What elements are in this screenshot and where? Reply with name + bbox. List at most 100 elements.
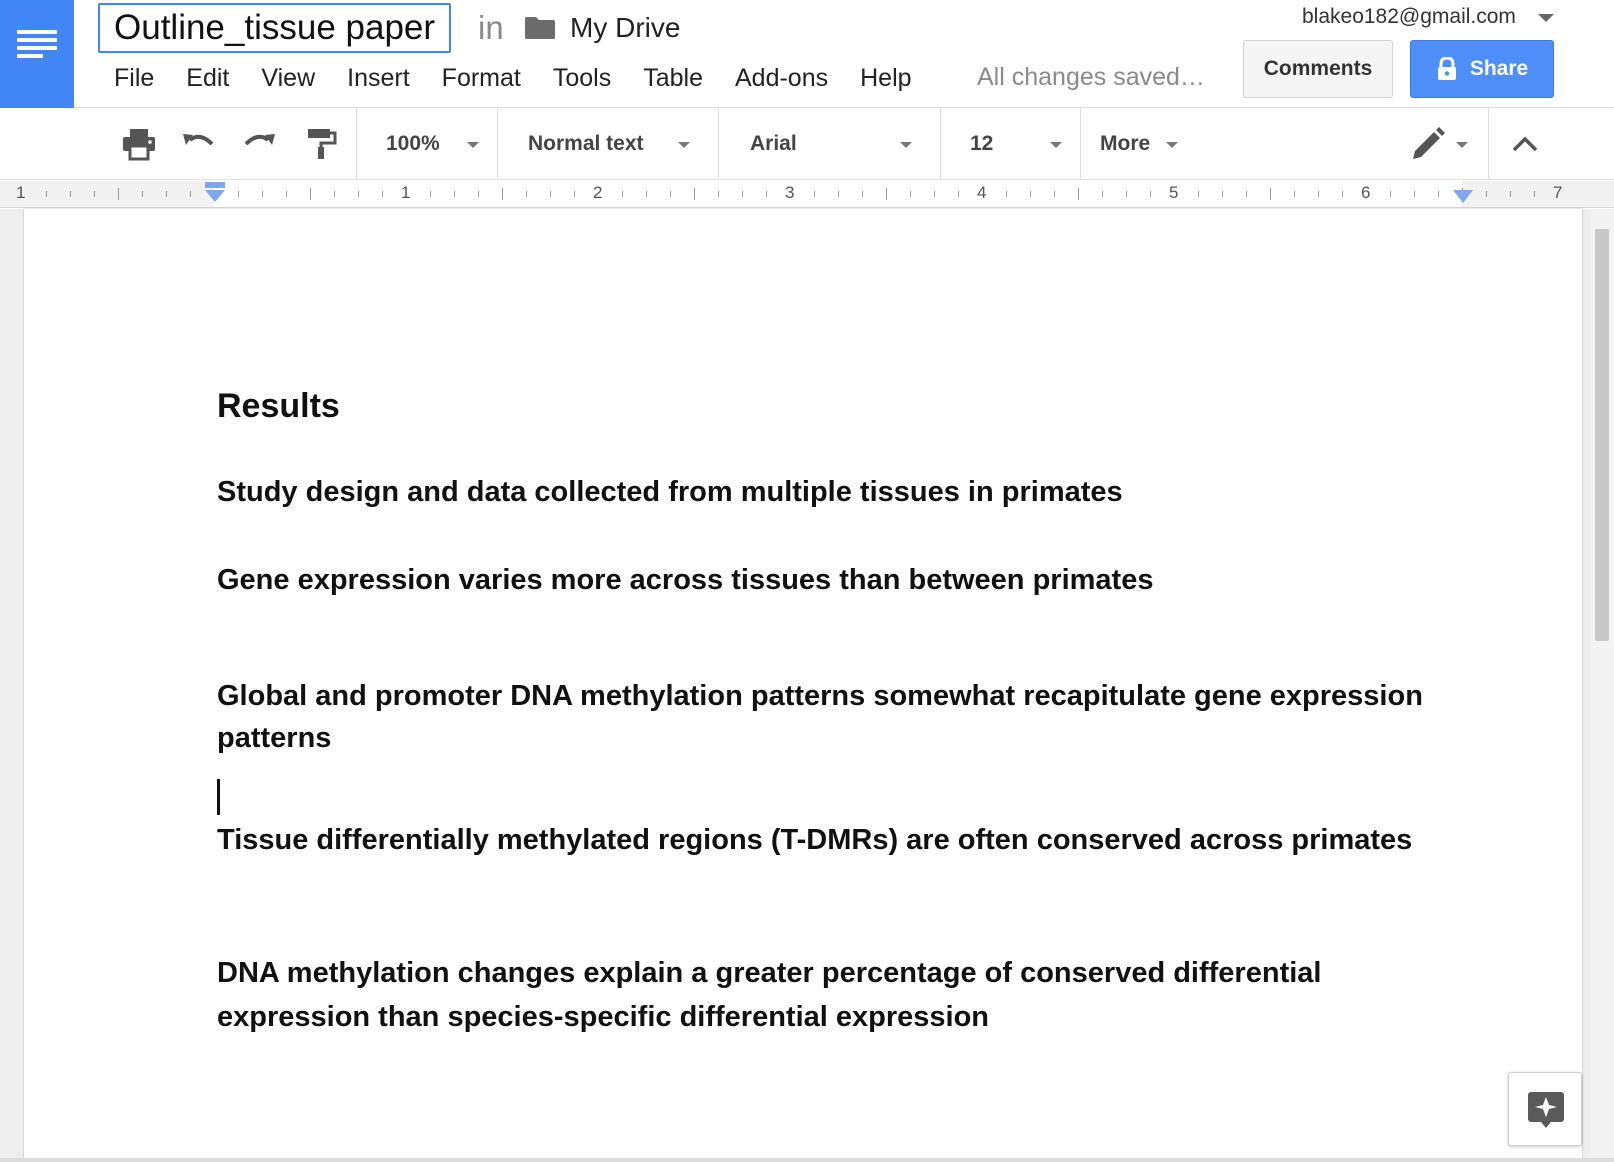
- menu-tools[interactable]: Tools: [553, 60, 611, 96]
- share-button[interactable]: Share: [1410, 40, 1554, 98]
- account-caret-icon[interactable]: [1538, 14, 1554, 22]
- menu-help[interactable]: Help: [860, 60, 911, 96]
- ruler-tick: [1078, 188, 1079, 200]
- save-status[interactable]: All changes saved…: [977, 58, 1205, 96]
- ruler-left-margin: [0, 181, 214, 207]
- share-label: Share: [1469, 57, 1529, 80]
- ruler-tick: [1294, 191, 1295, 197]
- redo-icon[interactable]: [240, 126, 278, 162]
- ruler-tick: [430, 191, 431, 197]
- menu-addons[interactable]: Add-ons: [735, 60, 828, 96]
- font-size-select[interactable]: 12: [970, 108, 993, 180]
- ruler-tick: [358, 191, 359, 197]
- print-icon[interactable]: [120, 126, 158, 162]
- ruler-tick: [1006, 191, 1007, 197]
- ruler-tick: [142, 191, 143, 197]
- ruler-tick: [838, 191, 839, 197]
- ruler-tick: [118, 188, 119, 200]
- document-heading[interactable]: Results: [217, 384, 1467, 428]
- window-bottom-edge: [0, 1158, 1614, 1162]
- ruler-tick: [1246, 191, 1247, 197]
- folder-icon[interactable]: [524, 16, 556, 40]
- ruler-tick: [502, 188, 503, 200]
- undo-icon[interactable]: [180, 126, 218, 162]
- zoom-caret-icon[interactable]: [467, 142, 479, 148]
- in-label: in: [478, 9, 504, 46]
- ruler-tick: [958, 191, 959, 197]
- font-size-caret-icon[interactable]: [1050, 142, 1062, 148]
- right-indent-marker-icon[interactable]: [1452, 189, 1474, 205]
- ruler-tick: [910, 191, 911, 197]
- ruler-tick: [70, 191, 71, 197]
- ruler-tick: [526, 191, 527, 197]
- edit-mode-pencil-icon[interactable]: [1408, 126, 1446, 162]
- style-select[interactable]: Normal text: [528, 108, 644, 180]
- document-paragraph[interactable]: Study design and data collected from mul…: [217, 471, 1467, 513]
- ruler-tick: [1198, 191, 1199, 197]
- document-paragraph[interactable]: Gene expression varies more across tissu…: [217, 559, 1467, 601]
- more-button[interactable]: More: [1100, 108, 1150, 180]
- document-paragraph[interactable]: Global and promoter DNA methylation patt…: [217, 675, 1467, 759]
- folder-name-link[interactable]: My Drive: [570, 10, 680, 46]
- text-cursor: [217, 779, 220, 815]
- ruler-tick: [46, 191, 47, 197]
- ruler-tick: [934, 191, 935, 197]
- vertical-scrollbar[interactable]: [1590, 209, 1614, 1162]
- edit-mode-caret-icon[interactable]: [1456, 142, 1468, 148]
- left-indent-marker-icon[interactable]: [203, 182, 227, 206]
- ruler-tick: [1510, 191, 1511, 197]
- toolbar-divider: [356, 108, 357, 180]
- ruler-tick: [1030, 191, 1031, 197]
- toolbar-divider: [497, 108, 498, 180]
- zoom-select[interactable]: 100%: [386, 108, 440, 180]
- explore-button[interactable]: [1508, 1072, 1582, 1146]
- ruler-tick: [262, 191, 263, 197]
- collapse-chevron-up-icon[interactable]: [1506, 126, 1544, 162]
- ruler-tick: [1102, 191, 1103, 197]
- ruler-tick: [886, 188, 887, 200]
- formatting-toolbar: 100% Normal text Arial 12 More: [0, 108, 1614, 180]
- menu-view[interactable]: View: [261, 60, 315, 96]
- font-caret-icon[interactable]: [900, 142, 912, 148]
- ruler-tick: [766, 191, 767, 197]
- document-canvas: Results Study design and data collected …: [0, 209, 1614, 1162]
- toolbar-divider: [1488, 108, 1489, 180]
- ruler-label: 5: [1169, 183, 1179, 202]
- font-select[interactable]: Arial: [750, 108, 797, 180]
- ruler-right-margin: [1462, 181, 1614, 207]
- document-paragraph[interactable]: DNA methylation changes explain a greate…: [217, 951, 1467, 1039]
- menu-format[interactable]: Format: [442, 60, 521, 96]
- ruler-tick: [1318, 191, 1319, 197]
- ruler-tick: [310, 188, 311, 200]
- ruler-label: 7: [1553, 183, 1563, 202]
- more-caret-icon[interactable]: [1166, 142, 1178, 148]
- ruler-tick: [718, 191, 719, 197]
- ruler-tick: [1126, 191, 1127, 197]
- toolbar-divider: [718, 108, 719, 180]
- docs-home-icon[interactable]: [0, 0, 74, 108]
- ruler-tick: [1414, 191, 1415, 197]
- document-page[interactable]: Results Study design and data collected …: [24, 209, 1582, 1162]
- comments-button[interactable]: Comments: [1243, 40, 1393, 98]
- ruler-tick: [1342, 191, 1343, 197]
- menu-table[interactable]: Table: [643, 60, 703, 96]
- ruler-tick: [742, 191, 743, 197]
- menu-edit[interactable]: Edit: [186, 60, 229, 96]
- ruler[interactable]: 1 1 2 3 4 5 6 7: [0, 181, 1614, 208]
- menu-file[interactable]: File: [114, 60, 154, 96]
- menu-insert[interactable]: Insert: [347, 60, 410, 96]
- paint-format-icon[interactable]: [302, 126, 340, 162]
- ruler-tick: [334, 191, 335, 197]
- document-title-input[interactable]: Outline_tissue paper: [98, 3, 452, 53]
- ruler-label: 6: [1361, 183, 1371, 202]
- style-caret-icon[interactable]: [678, 142, 690, 148]
- scrollbar-thumb[interactable]: [1595, 229, 1609, 641]
- ruler-tick: [574, 191, 575, 197]
- ruler-tick: [238, 191, 239, 197]
- account-email[interactable]: blakeo182@gmail.com: [1302, 3, 1516, 31]
- explore-sparkle-icon: [1528, 1092, 1564, 1128]
- document-paragraph[interactable]: Tissue differentially methylated regions…: [217, 818, 1467, 863]
- ruler-tick: [670, 191, 671, 197]
- ruler-tick: [1486, 191, 1487, 197]
- ruler-tick: [1270, 188, 1271, 200]
